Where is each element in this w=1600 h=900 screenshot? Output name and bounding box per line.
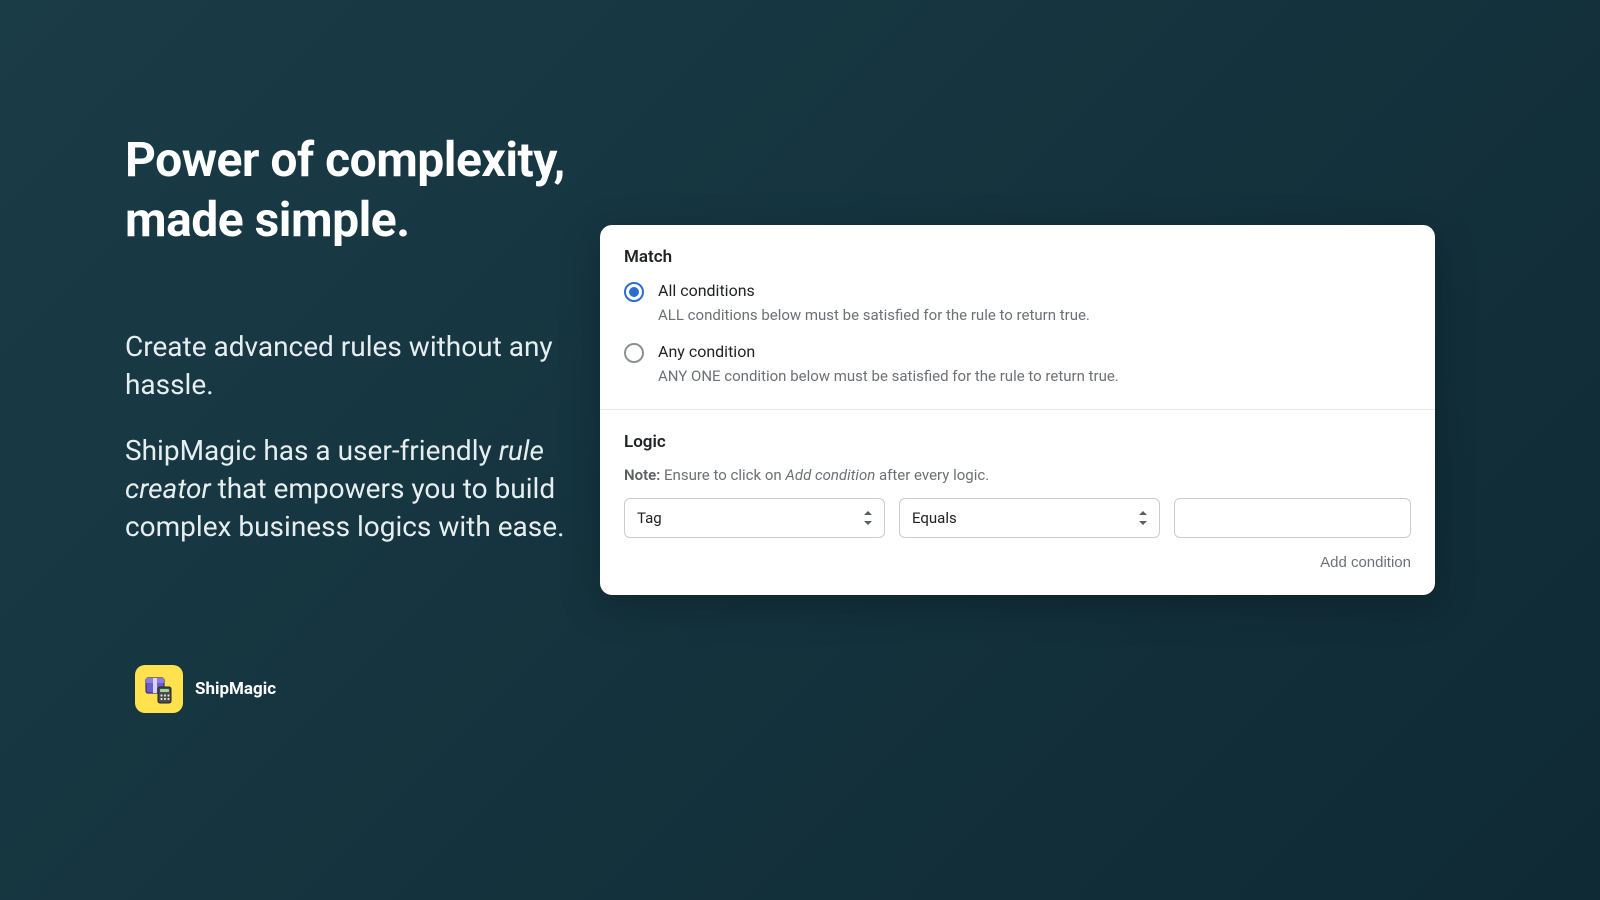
rule-editor-card: Match All conditions ALL conditions belo…	[600, 225, 1435, 595]
brand-badge: ShipMagic	[135, 665, 276, 713]
select-caret-icon	[1137, 510, 1149, 526]
radio-all-conditions[interactable]: All conditions ALL conditions below must…	[624, 281, 1411, 324]
match-radio-group: All conditions ALL conditions below must…	[624, 281, 1411, 385]
hero-title-line1: Power of complexity,	[125, 131, 565, 188]
radio-indicator-icon	[624, 343, 644, 363]
radio-any-condition[interactable]: Any condition ANY ONE condition below mu…	[624, 342, 1411, 385]
hero-subtitle-2: ShipMagic has a user-friendly rule creat…	[125, 432, 585, 545]
logic-section: Logic Note: Ensure to click on Add condi…	[600, 409, 1435, 595]
logic-title: Logic	[624, 432, 1411, 452]
radio-label: Any condition	[658, 342, 1119, 361]
add-condition-button[interactable]: Add condition	[1320, 554, 1411, 571]
radio-label: All conditions	[658, 281, 1090, 300]
hero-subtitle-1: Create advanced rules without any hassle…	[125, 328, 565, 404]
hero-title-line2: made simple.	[125, 191, 410, 248]
operator-select-value: Equals	[912, 509, 957, 527]
field-select[interactable]: Tag	[624, 498, 885, 538]
match-section: Match All conditions ALL conditions belo…	[600, 225, 1435, 409]
brand-logo-icon	[135, 665, 183, 713]
field-select-value: Tag	[637, 509, 662, 527]
select-caret-icon	[862, 510, 874, 526]
box-calculator-icon	[143, 673, 175, 705]
radio-desc: ANY ONE condition below must be satisfie…	[658, 367, 1119, 385]
radio-desc: ALL conditions below must be satisfied f…	[658, 306, 1090, 324]
logic-row: Tag Equals	[624, 498, 1411, 538]
brand-name: ShipMagic	[195, 679, 276, 699]
hero-title: Power of complexity, made simple.	[125, 130, 565, 250]
radio-indicator-icon	[624, 282, 644, 302]
match-title: Match	[624, 247, 1411, 267]
value-input[interactable]	[1174, 498, 1411, 538]
operator-select[interactable]: Equals	[899, 498, 1160, 538]
logic-note: Note: Ensure to click on Add condition a…	[624, 466, 1411, 484]
